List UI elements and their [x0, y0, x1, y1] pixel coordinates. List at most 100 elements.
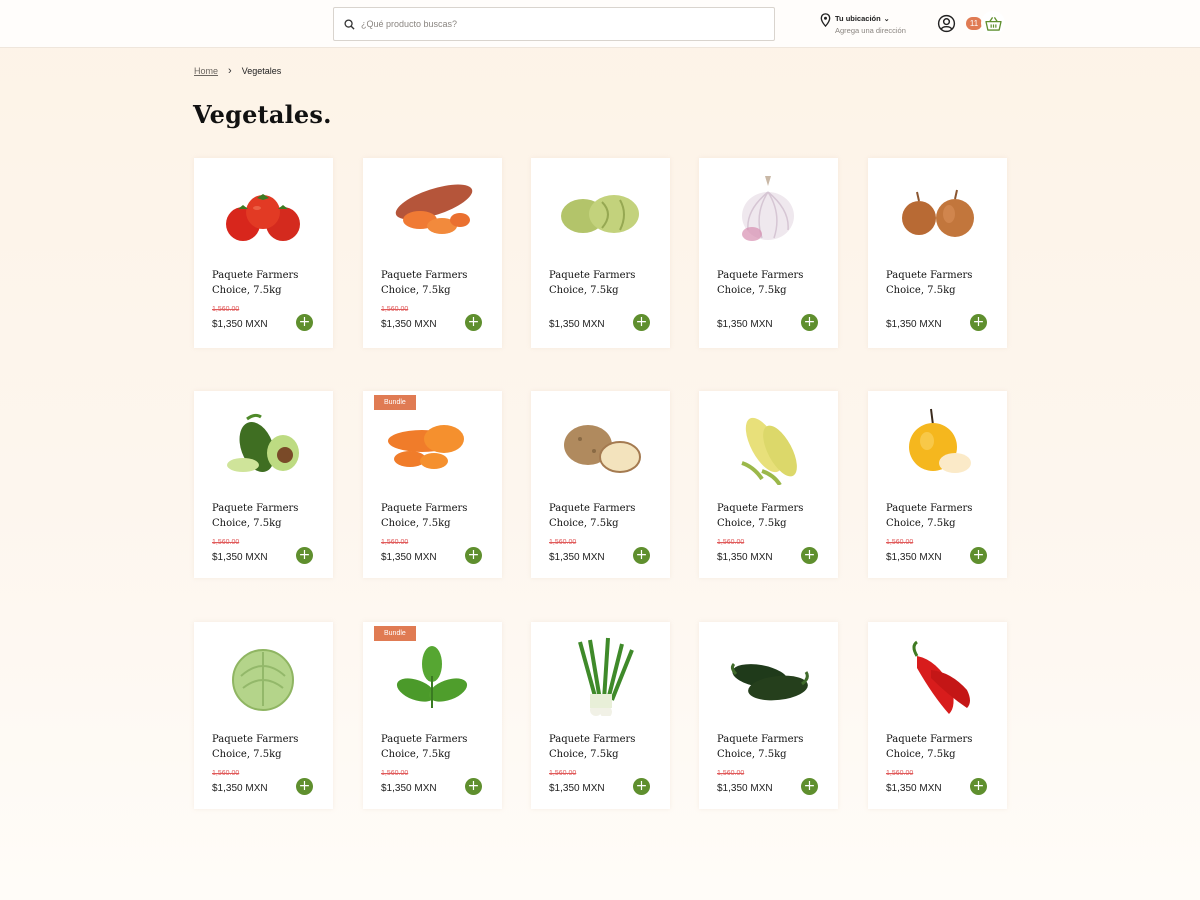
add-to-cart-button[interactable]: + [633, 314, 650, 331]
add-to-cart-button[interactable]: + [970, 547, 987, 564]
location-selector[interactable]: Tu ubicación ⌄ Agrega una dirección [820, 13, 906, 37]
original-price: 1,560.00 [212, 306, 240, 313]
product-name[interactable]: Paquete Farmers Choice, 7.5kg [886, 501, 996, 531]
plus-icon: + [467, 778, 480, 794]
product-price: $1,350 MXN [717, 552, 773, 563]
red-pepper-icon [912, 640, 970, 714]
add-to-cart-button[interactable]: + [970, 314, 987, 331]
product-name[interactable]: Paquete Farmers Choice, 7.5kg [549, 501, 659, 531]
plus-icon: + [467, 547, 480, 563]
product-name[interactable]: Paquete Farmers Choice, 7.5kg [549, 268, 659, 298]
product-grid: Paquete Farmers Choice, 7.5kg 1,560.00 $1,… [194, 158, 1008, 818]
product-price: $1,350 MXN [212, 783, 268, 794]
basket-icon [984, 16, 1002, 31]
product-name[interactable]: Paquete Farmers Choice, 7.5kg [212, 268, 322, 298]
product-card[interactable]: Paquete Farmers Choice, 7.5kg 1,560.00 $1,… [699, 622, 838, 809]
product-name[interactable]: Paquete Farmers Choice, 7.5kg [886, 268, 996, 298]
add-to-cart-button[interactable]: + [801, 547, 818, 564]
add-to-cart-button[interactable]: + [465, 547, 482, 564]
breadcrumb-current: Vegetales [241, 66, 282, 76]
sweet-potato-icon [395, 184, 473, 234]
chevron-right-icon: › [228, 65, 232, 77]
product-name[interactable]: Paquete Farmers Choice, 7.5kg [717, 732, 827, 762]
product-card[interactable]: Paquete Farmers Choice, 7.5kg 1,560.00 $1,… [194, 622, 333, 809]
add-to-cart-button[interactable]: + [296, 778, 313, 795]
pear-icon [909, 408, 971, 473]
original-price: 1,560.00 [717, 539, 745, 546]
product-price: $1,350 MXN [549, 319, 605, 330]
product-price: $1,350 MXN [886, 783, 942, 794]
product-card[interactable]: Bundle Paquete Farmers Choice, 7.5kg 1,560… [363, 622, 502, 809]
product-name[interactable]: Paquete Farmers Choice, 7.5kg [212, 501, 322, 531]
plus-icon: + [635, 314, 648, 330]
location-title: Tu ubicación ⌄ [835, 14, 890, 23]
search-input[interactable] [361, 19, 761, 29]
product-price: $1,350 MXN [717, 319, 773, 330]
breadcrumb: Home › Vegetales [194, 65, 281, 77]
search-icon [344, 18, 355, 30]
product-card[interactable]: Paquete Farmers Choice, 7.5kg 1,560.00 $1,… [531, 622, 670, 809]
add-to-cart-button[interactable]: + [633, 547, 650, 564]
add-to-cart-button[interactable]: + [296, 314, 313, 331]
top-header: Tu ubicación⌄ Agrega una dirección 11 [0, 0, 1200, 48]
product-name[interactable]: Paquete Farmers Choice, 7.5kg [717, 268, 827, 298]
breadcrumb-home-link[interactable]: Home [194, 66, 218, 76]
product-card[interactable]: Paquete Farmers Choice, 7.5kg 1,560.00 $1,… [363, 158, 502, 348]
location-subtitle: Agrega una dirección [835, 26, 906, 35]
product-name[interactable]: Paquete Farmers Choice, 7.5kg [381, 268, 491, 298]
product-price: $1,350 MXN [212, 319, 268, 330]
product-price: $1,350 MXN [549, 552, 605, 563]
plus-icon: + [298, 778, 311, 794]
product-name[interactable]: Paquete Farmers Choice, 7.5kg [381, 732, 491, 762]
product-card[interactable]: Paquete Farmers Choice, 7.5kg $1,350 MXN + [531, 158, 670, 348]
original-price: 1,560.00 [381, 306, 409, 313]
product-price: $1,350 MXN [381, 552, 437, 563]
add-to-cart-button[interactable]: + [970, 778, 987, 795]
tomato-icon [226, 194, 300, 241]
product-card[interactable]: Paquete Farmers Choice, 7.5kg 1,560.00 $1,… [194, 391, 333, 578]
add-to-cart-button[interactable]: + [633, 778, 650, 795]
original-price: 1,560.00 [212, 770, 240, 777]
product-name[interactable]: Paquete Farmers Choice, 7.5kg [549, 732, 659, 762]
search-bar[interactable] [333, 7, 775, 41]
lettuce-icon [232, 649, 294, 711]
original-price: 1,560.00 [381, 770, 409, 777]
account-button[interactable] [937, 14, 956, 33]
product-card[interactable]: Paquete Farmers Choice, 7.5kg $1,350 MXN + [868, 158, 1007, 348]
product-name[interactable]: Paquete Farmers Choice, 7.5kg [717, 501, 827, 531]
basil-icon [396, 646, 468, 708]
plus-icon: + [972, 547, 985, 563]
cart-button[interactable] [981, 11, 1005, 35]
page-title: Vegetales. [193, 100, 332, 129]
add-to-cart-button[interactable]: + [801, 778, 818, 795]
potato-icon [564, 425, 641, 473]
add-to-cart-button[interactable]: + [465, 778, 482, 795]
plus-icon: + [467, 314, 480, 330]
product-card[interactable]: Paquete Farmers Choice, 7.5kg 1,560.00 $1,… [531, 391, 670, 578]
plus-icon: + [803, 314, 816, 330]
add-to-cart-button[interactable]: + [465, 314, 482, 331]
original-price: 1,560.00 [717, 770, 745, 777]
product-name[interactable]: Paquete Farmers Choice, 7.5kg [886, 732, 996, 762]
plus-icon: + [298, 547, 311, 563]
add-to-cart-button[interactable]: + [801, 314, 818, 331]
product-card[interactable]: Paquete Farmers Choice, 7.5kg 1,560.00 $1,… [868, 622, 1007, 809]
product-price: $1,350 MXN [886, 552, 942, 563]
product-card[interactable]: Paquete Farmers Choice, 7.5kg 1,560.00 $1,… [194, 158, 333, 348]
add-to-cart-button[interactable]: + [296, 547, 313, 564]
product-card[interactable]: Bundle Paquete Farmers Choice, 7.5kg 1,560… [363, 391, 502, 578]
original-price: 1,560.00 [212, 539, 240, 546]
cart-count-badge: 11 [966, 17, 982, 30]
plus-icon: + [803, 778, 816, 794]
product-price: $1,350 MXN [381, 783, 437, 794]
product-price: $1,350 MXN [381, 319, 437, 330]
onion-icon [902, 189, 974, 237]
product-card[interactable]: Paquete Farmers Choice, 7.5kg 1,560.00 $1,… [868, 391, 1007, 578]
original-price: 1,560.00 [886, 770, 914, 777]
location-pin-icon [820, 13, 831, 27]
plus-icon: + [635, 547, 648, 563]
product-name[interactable]: Paquete Farmers Choice, 7.5kg [212, 732, 322, 762]
product-card[interactable]: Paquete Farmers Choice, 7.5kg 1,560.00 $1,… [699, 391, 838, 578]
product-card[interactable]: Paquete Farmers Choice, 7.5kg $1,350 MXN + [699, 158, 838, 348]
product-name[interactable]: Paquete Farmers Choice, 7.5kg [381, 501, 491, 531]
